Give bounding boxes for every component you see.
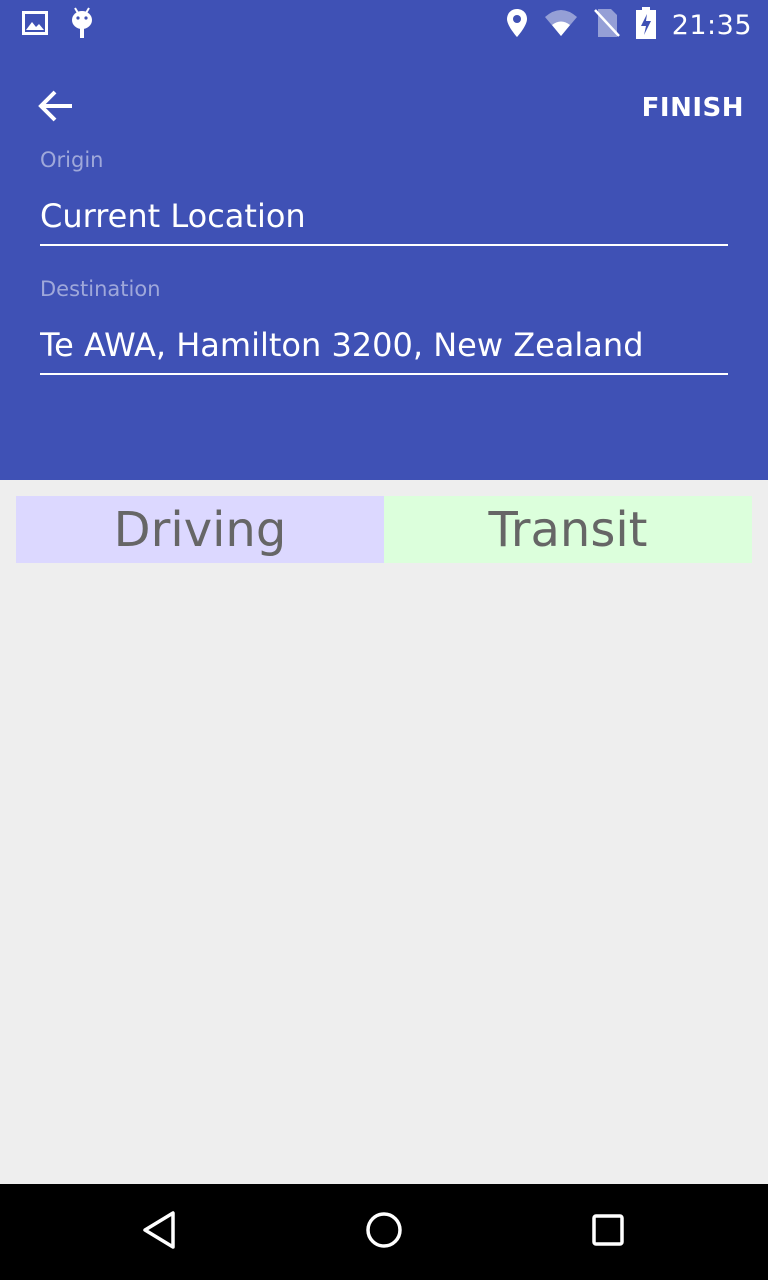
nav-back-button[interactable] bbox=[136, 1208, 184, 1256]
nav-recents-button[interactable] bbox=[584, 1208, 632, 1256]
transit-tab[interactable]: Transit bbox=[384, 496, 752, 563]
battery-charging-icon bbox=[635, 6, 656, 44]
image-notification-icon bbox=[22, 10, 48, 40]
screen: 21:35 FINISH Origin Current Location Des… bbox=[0, 0, 768, 1280]
navigation-bar bbox=[0, 1184, 768, 1280]
arrow-back-icon bbox=[38, 90, 74, 127]
wifi-icon bbox=[544, 9, 578, 42]
no-sim-icon bbox=[593, 8, 620, 43]
status-right-icons: 21:35 bbox=[506, 6, 752, 44]
destination-field-group: Destination Te AWA, Hamilton 3200, New Z… bbox=[40, 275, 728, 375]
driving-tab[interactable]: Driving bbox=[16, 496, 384, 563]
circle-home-icon bbox=[364, 1210, 404, 1255]
nav-home-button[interactable] bbox=[360, 1208, 408, 1256]
triangle-back-icon bbox=[140, 1210, 180, 1255]
destination-label: Destination bbox=[40, 277, 161, 301]
origin-label: Origin bbox=[40, 148, 104, 172]
location-icon bbox=[506, 8, 528, 43]
origin-field-group: Origin Current Location bbox=[40, 146, 728, 246]
travel-mode-tabs: Driving Transit bbox=[16, 496, 752, 563]
status-left-icons bbox=[22, 6, 94, 44]
back-button[interactable] bbox=[24, 76, 88, 140]
android-debug-icon bbox=[70, 6, 94, 44]
square-recents-icon bbox=[588, 1210, 628, 1255]
status-bar: 21:35 bbox=[0, 0, 768, 50]
destination-input[interactable]: Te AWA, Hamilton 3200, New Zealand bbox=[40, 323, 728, 375]
finish-button[interactable]: FINISH bbox=[642, 88, 744, 128]
status-time: 21:35 bbox=[671, 9, 752, 41]
header: 21:35 FINISH Origin Current Location Des… bbox=[0, 0, 768, 480]
origin-input[interactable]: Current Location bbox=[40, 194, 728, 246]
toolbar: FINISH bbox=[0, 56, 768, 156]
